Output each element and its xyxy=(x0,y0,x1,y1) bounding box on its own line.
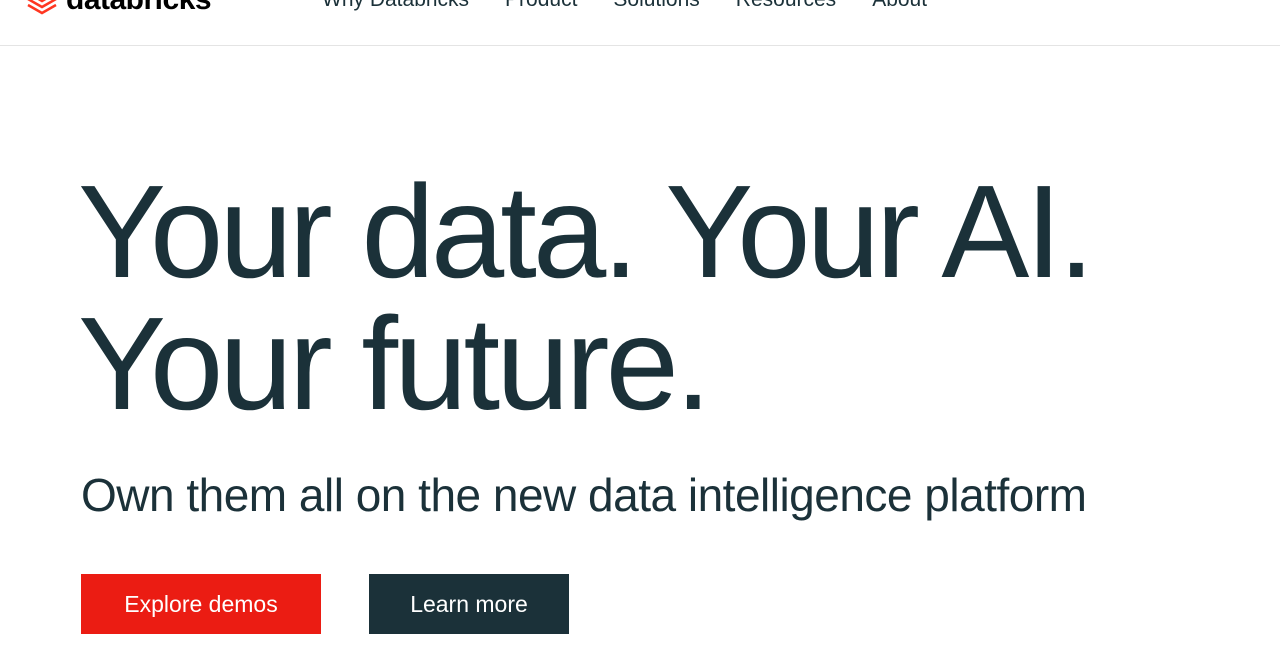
nav-resources[interactable]: Resources xyxy=(736,0,836,12)
hero-subtitle: Own them all on the new data intelligenc… xyxy=(81,469,1087,521)
nav-solutions[interactable]: Solutions xyxy=(613,0,699,12)
hero-title-line-2: Your future. xyxy=(78,290,712,437)
nav-about[interactable]: About xyxy=(872,0,927,12)
main-nav: Why Databricks Product Solutions Resourc… xyxy=(322,0,927,12)
logo-text: databricks xyxy=(66,0,212,17)
explore-demos-button[interactable]: Explore demos xyxy=(81,574,321,634)
nav-product[interactable]: Product xyxy=(505,0,577,12)
databricks-logo-icon xyxy=(27,0,57,15)
site-header: databricks Why Databricks Product Soluti… xyxy=(0,0,1280,46)
hero-title: Your data. Your AI. Your future. xyxy=(78,158,1095,437)
nav-why-databricks[interactable]: Why Databricks xyxy=(322,0,469,12)
hero-title-line-1: Your data. Your AI. xyxy=(78,158,1095,305)
databricks-logo[interactable]: databricks xyxy=(26,0,212,17)
learn-more-button[interactable]: Learn more xyxy=(369,574,569,634)
